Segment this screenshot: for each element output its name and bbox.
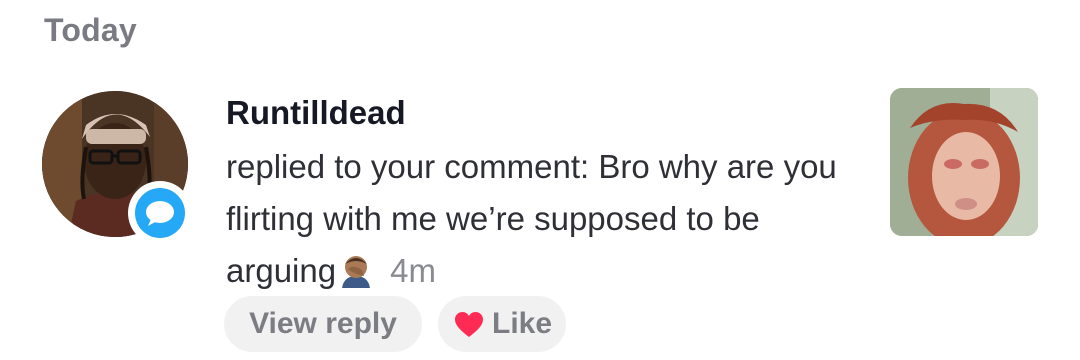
username[interactable]: Runtilldead	[226, 94, 406, 132]
comment-bubble-icon	[135, 188, 185, 238]
user-avatar[interactable]	[42, 91, 192, 245]
notification-message: replied to your comment: Bro why are you…	[226, 141, 866, 303]
notification-actions: View reply Like	[224, 296, 566, 352]
video-thumbnail[interactable]	[890, 88, 1038, 236]
view-reply-button[interactable]: View reply	[224, 296, 422, 352]
notification-content: Runtilldead replied to your comment: Bro…	[226, 94, 866, 303]
like-label: Like	[492, 307, 553, 340]
view-reply-label: View reply	[249, 307, 397, 340]
message-text: replied to your comment: Bro why are you…	[226, 148, 837, 289]
section-header-today: Today	[44, 12, 137, 48]
heart-icon	[454, 311, 484, 338]
like-button[interactable]: Like	[438, 296, 566, 352]
comment-badge	[128, 181, 192, 245]
notification-time: 4m	[390, 252, 436, 289]
